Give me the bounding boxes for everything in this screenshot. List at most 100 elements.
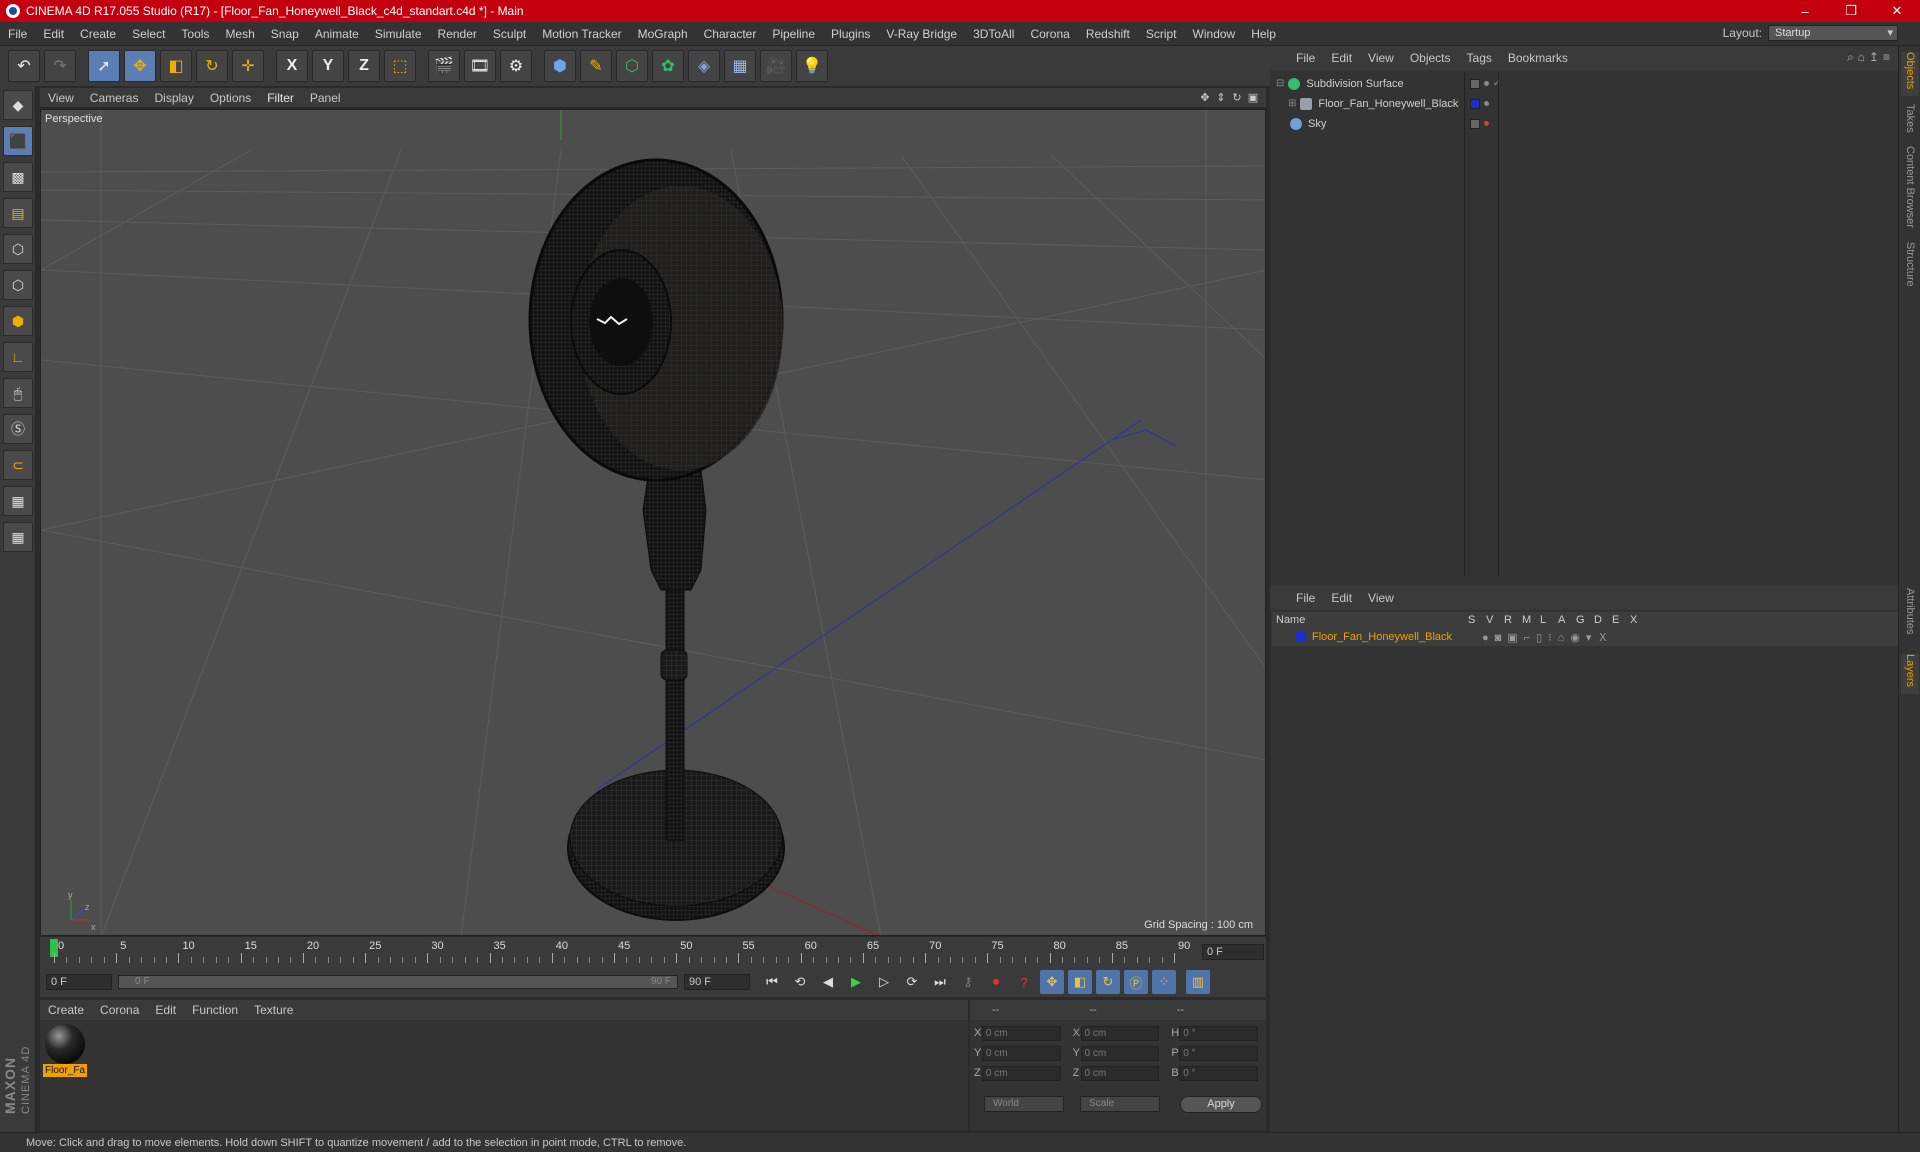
cloner-icon[interactable]: ✿ xyxy=(652,50,684,82)
live-selection-icon[interactable]: ➚ xyxy=(88,50,120,82)
menu-mesh[interactable]: Mesh xyxy=(217,27,262,41)
maximize-button[interactable]: ❐ xyxy=(1828,0,1874,22)
subdivision-surface-icon[interactable]: ⬡ xyxy=(616,50,648,82)
up-arrow-icon[interactable]: ↥ xyxy=(1869,50,1879,65)
key-rotation-icon[interactable]: ↻ xyxy=(1096,970,1120,994)
position-y-field[interactable]: 0 cm xyxy=(981,1045,1061,1061)
redo-icon[interactable]: ↷ xyxy=(44,50,76,82)
material-menu-create[interactable]: Create xyxy=(40,1003,92,1017)
frame-range-slider[interactable]: 0 F 90 F xyxy=(118,975,678,989)
object-row[interactable]: ⊞ Floor_Fan_Honeywell_Black xyxy=(1272,94,1898,113)
lm-menu-edit[interactable]: Edit xyxy=(1323,591,1360,605)
render-picture-viewer-icon[interactable]: 🎞 xyxy=(464,50,496,82)
polygon-mode-icon[interactable]: ⬢ xyxy=(3,306,33,336)
menu-snap[interactable]: Snap xyxy=(263,27,307,41)
menu-plugins[interactable]: Plugins xyxy=(823,27,878,41)
axis-mode-icon[interactable]: ∟ xyxy=(3,342,33,372)
om-menu-tags[interactable]: Tags xyxy=(1459,51,1500,65)
close-button[interactable]: ✕ xyxy=(1874,0,1920,22)
position-z-field[interactable]: 0 cm xyxy=(981,1065,1061,1081)
viewport-menu-filter[interactable]: Filter xyxy=(259,91,302,105)
previous-key-icon[interactable]: ⟲ xyxy=(788,970,812,994)
minimize-button[interactable]: – xyxy=(1782,0,1828,22)
menu-render[interactable]: Render xyxy=(430,27,485,41)
column-divider[interactable] xyxy=(1498,72,1499,576)
collapse-icon[interactable]: ⊟ xyxy=(1276,78,1284,89)
layer-row[interactable]: Floor_Fan_Honeywell_Black ●◙▣⌐▯⁝⌂◉▾Ｘ xyxy=(1272,628,1898,646)
material-menu-texture[interactable]: Texture xyxy=(246,1003,301,1017)
start-frame-field[interactable]: 0 F xyxy=(46,974,112,990)
record-keys-icon[interactable]: ⚷ xyxy=(956,970,980,994)
key-parameter-icon[interactable]: Ⓟ xyxy=(1124,970,1148,994)
menu-file[interactable]: File xyxy=(0,27,35,41)
material-menu-function[interactable]: Function xyxy=(184,1003,246,1017)
play-icon[interactable]: ▶ xyxy=(844,970,868,994)
om-menu-objects[interactable]: Objects xyxy=(1402,51,1459,65)
coordinate-mode-select[interactable]: Scale xyxy=(1080,1096,1160,1112)
object-row[interactable]: ⊟ Subdivision Surface ✓ xyxy=(1272,74,1898,93)
key-scale-icon[interactable]: ◧ xyxy=(1068,970,1092,994)
panel-menu-icon[interactable]: ≡ xyxy=(1883,50,1890,65)
menu-redshift[interactable]: Redshift xyxy=(1078,27,1138,41)
menu-edit[interactable]: Edit xyxy=(35,27,72,41)
search-icon[interactable]: ⌕ xyxy=(1847,50,1854,65)
menu-create[interactable]: Create xyxy=(72,27,124,41)
viewport-menu-panel[interactable]: Panel xyxy=(302,91,349,105)
timeline-window-icon[interactable]: ▥ xyxy=(1186,970,1210,994)
coordinate-system-icon[interactable]: ⬚ xyxy=(384,50,416,82)
light-icon[interactable]: 💡 xyxy=(796,50,828,82)
current-frame-field[interactable]: 0 F xyxy=(1202,944,1264,960)
keyframe-selection-icon[interactable]: ? xyxy=(1012,970,1036,994)
menu-motion-tracker[interactable]: Motion Tracker xyxy=(534,27,629,41)
timeline[interactable]: 0 5 10 15 20 25 30 35 40 45 50 55 60 65 70 75 80 85 90 0 F xyxy=(40,937,1266,967)
menu-corona[interactable]: Corona xyxy=(1022,27,1077,41)
home-icon[interactable]: ⌂ xyxy=(1858,50,1865,65)
edge-mode-icon[interactable]: ⬡ xyxy=(3,270,33,300)
material-menu-corona[interactable]: Corona xyxy=(92,1003,147,1017)
axis-y-button[interactable]: Y xyxy=(312,50,344,82)
menu-vray-bridge[interactable]: V-Ray Bridge xyxy=(878,27,965,41)
viewport-menu-options[interactable]: Options xyxy=(202,91,259,105)
layer-flag-icons[interactable]: ●◙▣⌐▯⁝⌂◉▾Ｘ xyxy=(1482,629,1614,645)
pan-view-icon[interactable]: ✥ xyxy=(1198,90,1212,104)
timeline-ruler[interactable]: 0 5 10 15 20 25 30 35 40 45 50 55 60 65 70 75 80 85 90 xyxy=(48,937,1190,967)
tab-layers[interactable]: Layers xyxy=(1901,654,1919,694)
viewport-menu-view[interactable]: View xyxy=(40,91,82,105)
key-pla-icon[interactable]: ⁘ xyxy=(1152,970,1176,994)
model-mode-icon[interactable]: ⬛ xyxy=(3,126,33,156)
menu-script[interactable]: Script xyxy=(1138,27,1185,41)
make-editable-icon[interactable]: ◆ xyxy=(3,90,33,120)
texture-mode-icon[interactable]: ▩ xyxy=(3,162,33,192)
menu-window[interactable]: Window xyxy=(1185,27,1244,41)
cube-primitive-icon[interactable]: ⬢ xyxy=(544,50,576,82)
move-icon[interactable]: ✥ xyxy=(124,50,156,82)
toggle-views-icon[interactable]: ▣ xyxy=(1246,90,1260,104)
workplane-mode-icon[interactable]: ▤ xyxy=(3,198,33,228)
recent-tools-icon[interactable]: ✛ xyxy=(232,50,264,82)
workplane-lock-icon[interactable]: ▦ xyxy=(3,486,33,516)
om-menu-bookmarks[interactable]: Bookmarks xyxy=(1500,51,1576,65)
axis-z-button[interactable]: Z xyxy=(348,50,380,82)
menu-tools[interactable]: Tools xyxy=(173,27,217,41)
object-row[interactable]: Sky xyxy=(1272,114,1898,133)
viewport-menu-display[interactable]: Display xyxy=(146,91,201,105)
expand-icon[interactable]: ⊞ xyxy=(1288,98,1296,109)
om-menu-file[interactable]: File xyxy=(1288,51,1323,65)
deformer-icon[interactable]: ◈ xyxy=(688,50,720,82)
om-menu-view[interactable]: View xyxy=(1360,51,1402,65)
coordinate-space-select[interactable]: World xyxy=(984,1096,1064,1112)
tab-objects[interactable]: Objects xyxy=(1901,52,1919,96)
go-to-start-icon[interactable]: ⏮ xyxy=(760,970,784,994)
next-key-icon[interactable]: ⟳ xyxy=(900,970,924,994)
floor-icon[interactable]: ▦ xyxy=(724,50,756,82)
material-swatch[interactable]: Floor_Fa xyxy=(43,1024,87,1080)
layout-dropdown[interactable]: Startup xyxy=(1768,25,1898,41)
tab-attributes[interactable]: Attributes xyxy=(1901,588,1919,648)
scale-icon[interactable]: ◧ xyxy=(160,50,192,82)
menu-help[interactable]: Help xyxy=(1243,27,1284,41)
key-position-icon[interactable]: ✥ xyxy=(1040,970,1064,994)
menu-mograph[interactable]: MoGraph xyxy=(630,27,696,41)
next-frame-icon[interactable]: ▷ xyxy=(872,970,896,994)
om-menu-edit[interactable]: Edit xyxy=(1323,51,1360,65)
previous-frame-icon[interactable]: ◀ xyxy=(816,970,840,994)
